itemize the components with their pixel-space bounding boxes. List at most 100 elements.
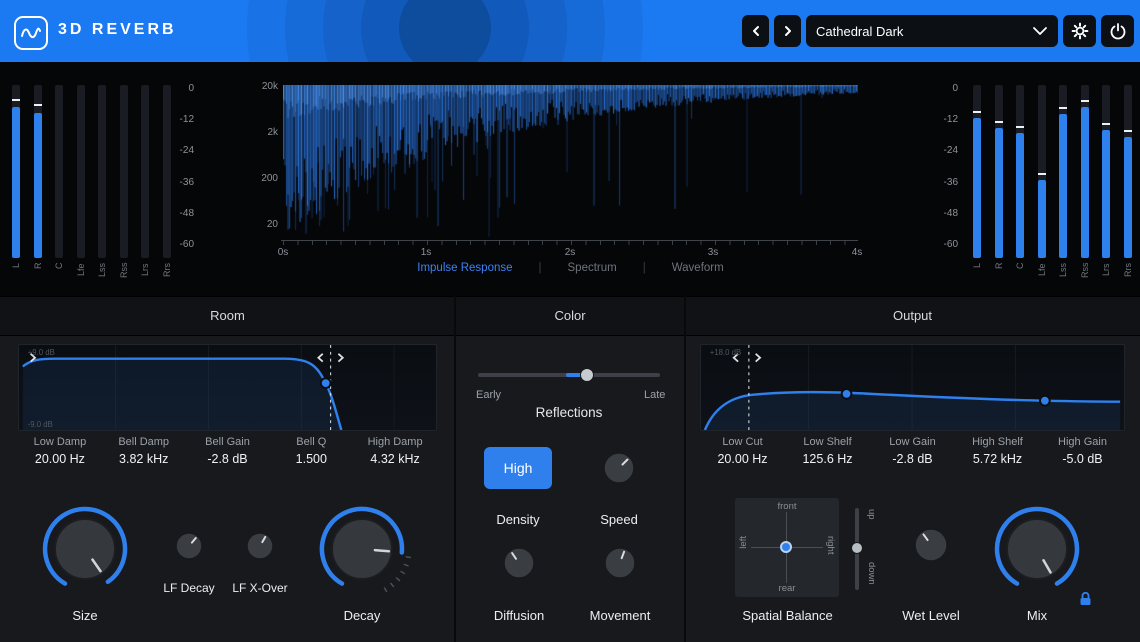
reflections-slider[interactable] (478, 373, 660, 377)
db-scale-value: -24 (944, 145, 958, 156)
preset-selector[interactable]: Cathedral Dark (806, 15, 1058, 47)
diffusion-knob[interactable] (497, 541, 541, 585)
preset-prev-button[interactable] (742, 15, 769, 47)
band-next-icon[interactable] (756, 354, 760, 362)
spatial-balance-pad[interactable]: front rear left right (735, 498, 839, 597)
channel-label: Lfe (76, 263, 88, 299)
reflections-slider-handle[interactable] (580, 368, 594, 382)
db-scale-value: -60 (944, 239, 958, 250)
eq-min-db-label: -9.0 dB (28, 420, 53, 429)
rear-label: rear (735, 583, 839, 594)
room-eq-display[interactable]: +9.0 dB -9.0 dB (18, 344, 437, 431)
wet-level-label: Wet Level (883, 608, 979, 623)
eq-control-point[interactable] (1040, 396, 1050, 406)
movement-knob[interactable] (598, 541, 642, 585)
eq-control-point[interactable] (321, 378, 331, 388)
preset-next-button[interactable] (774, 15, 801, 47)
channel-label: Rss (119, 263, 131, 299)
channel-label: C (1015, 263, 1027, 299)
left-label: left (738, 536, 749, 549)
meter-Rss (120, 85, 128, 258)
output-section-title: Output (685, 297, 1140, 335)
power-icon (1109, 22, 1127, 40)
tab-impulse-response[interactable]: Impulse Response (417, 262, 512, 274)
time-tick-label: 1s (411, 247, 441, 258)
decay-knob[interactable] (310, 497, 414, 601)
level-meters-left: LRCLfeLssRssLrsRrs (12, 85, 184, 258)
band-prev-icon[interactable] (318, 354, 322, 362)
freq-tick-label: 2k (267, 127, 278, 138)
power-button[interactable] (1101, 15, 1134, 47)
param-high-shelf[interactable]: High Shelf 5.72 kHz (955, 436, 1040, 466)
height-slider-handle[interactable] (851, 542, 863, 554)
density-label: Density (470, 512, 566, 527)
eq-max-db-label: +9.0 dB (28, 348, 55, 357)
app-logo (14, 16, 48, 50)
spatial-balance-handle[interactable] (780, 541, 792, 553)
panel-divider (454, 296, 456, 642)
tab-divider: | (643, 262, 646, 274)
meter-L (12, 85, 20, 258)
channel-label: Lrs (140, 263, 152, 299)
mix-knob-label: Mix (989, 608, 1085, 623)
db-scale-value: 0 (952, 83, 958, 94)
size-knob[interactable] (37, 501, 133, 597)
room-section-title: Room (0, 297, 455, 335)
channel-label: C (54, 263, 66, 299)
channel-label: Lrs (1101, 263, 1113, 299)
param-low-cut[interactable]: Low Cut 20.00 Hz (700, 436, 785, 466)
time-tick-label: 3s (698, 247, 728, 258)
eq-max-db-label: +18.0 dB (710, 348, 741, 357)
meter-Lss (1059, 85, 1067, 258)
meter-L (973, 85, 981, 258)
late-label: Late (644, 389, 665, 401)
param-bell-q[interactable]: Bell Q 1.500 (269, 436, 353, 466)
channel-label: Lfe (1037, 263, 1049, 299)
density-mode-button[interactable]: High (484, 447, 552, 489)
param-low-shelf[interactable]: Low Shelf 125.6 Hz (785, 436, 870, 466)
param-high-damp[interactable]: High Damp 4.32 kHz (353, 436, 437, 466)
meter-Rss (1081, 85, 1089, 258)
meter-C (55, 85, 63, 258)
param-high-gain[interactable]: High Gain -5.0 dB (1040, 436, 1125, 466)
meter-Rrs (163, 85, 171, 258)
room-params: Low Damp 20.00 Hz Bell Damp 3.82 kHz Bel… (18, 436, 437, 466)
meter-Lrs (141, 85, 149, 258)
eq-control-point[interactable] (842, 389, 852, 399)
mix-lock-icon[interactable] (1078, 591, 1093, 606)
freq-tick-label: 20 (267, 219, 278, 230)
db-scale-value: -48 (944, 208, 958, 219)
mix-knob[interactable] (989, 501, 1085, 597)
time-axis-ticks (283, 241, 858, 245)
param-low-damp[interactable]: Low Damp 20.00 Hz (18, 436, 102, 466)
lf-decay-knob[interactable] (171, 528, 207, 564)
output-eq-display[interactable]: +18.0 dB (700, 344, 1125, 431)
app-title: 3D REVERB (58, 21, 177, 39)
tab-spectrum[interactable]: Spectrum (568, 262, 617, 274)
front-label: front (735, 501, 839, 512)
meter-Lss (98, 85, 106, 258)
frequency-axis: 20k2k20020 (246, 62, 278, 242)
db-scale-value: -12 (944, 114, 958, 125)
speed-knob[interactable] (597, 446, 641, 490)
visualizer-tabs: Impulse Response | Spectrum | Waveform (283, 262, 858, 274)
preset-name: Cathedral Dark (816, 24, 903, 39)
panel-divider (684, 296, 686, 642)
waveform-logo-icon (20, 24, 42, 42)
tab-waveform[interactable]: Waveform (672, 262, 724, 274)
param-low-gain[interactable]: Low Gain -2.8 dB (870, 436, 955, 466)
wet-level-knob[interactable] (907, 521, 955, 569)
param-bell-damp[interactable]: Bell Damp 3.82 kHz (102, 436, 186, 466)
freq-tick-label: 200 (261, 173, 278, 184)
meter-Rrs (1124, 85, 1132, 258)
channel-label: Rss (1080, 263, 1092, 299)
chevron-down-icon (1032, 26, 1048, 36)
movement-label: Movement (572, 608, 668, 623)
lf-xover-label: LF X-Over (212, 581, 308, 595)
param-bell-gain[interactable]: Bell Gain -2.8 dB (186, 436, 270, 466)
lf-xover-knob[interactable] (242, 528, 278, 564)
band-next-icon[interactable] (338, 354, 342, 362)
time-tick-label: 4s (842, 247, 872, 258)
db-scale-right: 0-12-24-36-48-60 (924, 62, 958, 296)
settings-button[interactable] (1063, 15, 1096, 47)
